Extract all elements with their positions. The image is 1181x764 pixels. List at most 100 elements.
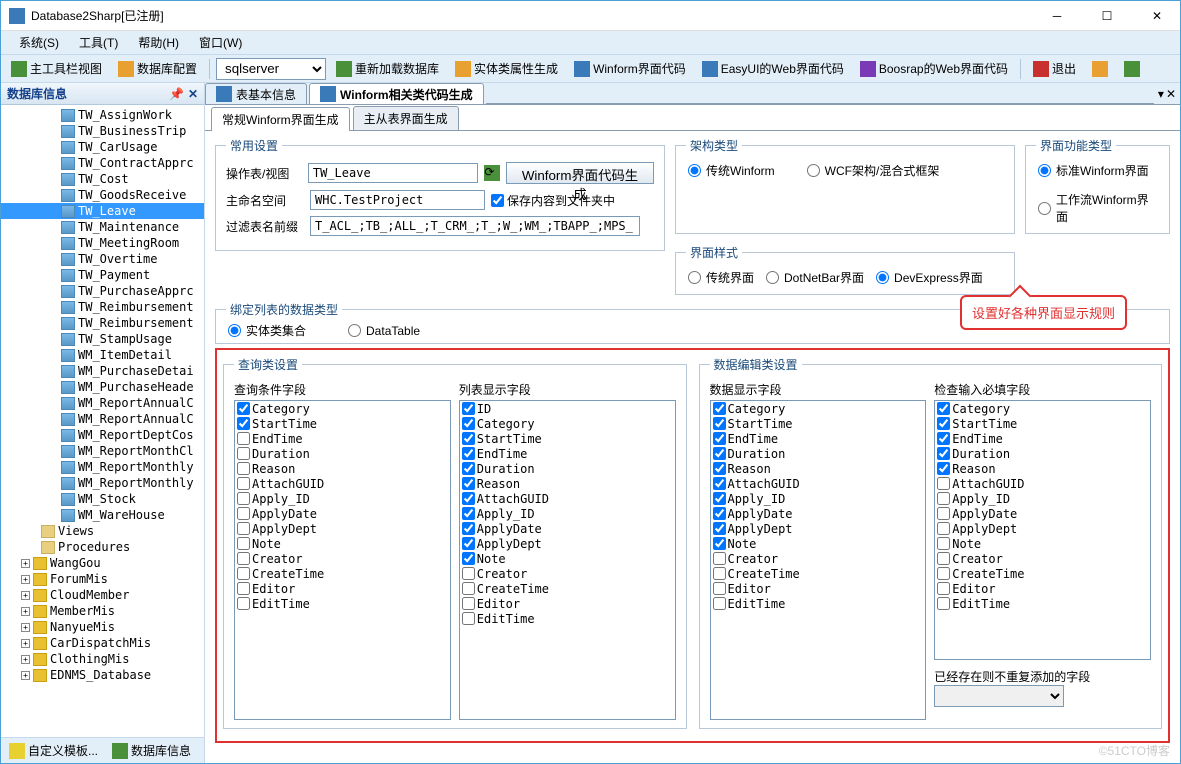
tree-table-item[interactable]: TW_Maintenance <box>1 219 204 235</box>
field-checkbox-item[interactable]: CreateTime <box>235 566 450 581</box>
field-checkbox-item[interactable]: Reason <box>935 461 1150 476</box>
display-fields-list[interactable]: IDCategoryStartTimeEndTimeDurationReason… <box>459 400 676 720</box>
tree-folder-item[interactable]: Procedures <box>1 539 204 555</box>
tree-table-item[interactable]: TW_Overtime <box>1 251 204 267</box>
bind-entity[interactable]: 实体类集合 <box>226 322 306 339</box>
field-checkbox-item[interactable]: Duration <box>460 461 675 476</box>
minimize-button[interactable]: ─ <box>1042 6 1072 26</box>
field-checkbox-item[interactable]: Editor <box>711 581 926 596</box>
field-checkbox-item[interactable]: Creator <box>711 551 926 566</box>
query-fields-list[interactable]: CategoryStartTimeEndTimeDurationReasonAt… <box>234 400 451 720</box>
tree-table-item[interactable]: WM_ReportAnnualC <box>1 395 204 411</box>
expander-icon[interactable]: + <box>21 671 30 680</box>
expander-icon[interactable]: + <box>21 559 30 568</box>
field-checkbox-item[interactable]: EndTime <box>235 431 450 446</box>
field-checkbox-item[interactable]: EndTime <box>711 431 926 446</box>
field-checkbox-item[interactable]: Creator <box>235 551 450 566</box>
field-checkbox-item[interactable]: EndTime <box>460 446 675 461</box>
arch-traditional[interactable]: 传统Winform <box>686 162 775 179</box>
expander-icon[interactable]: + <box>21 655 30 664</box>
exit-button[interactable]: 退出 <box>1027 57 1082 80</box>
field-checkbox-item[interactable]: CreateTime <box>935 566 1150 581</box>
tree-db-item[interactable]: +CloudMember <box>1 587 204 603</box>
refresh-table-icon[interactable]: ⟳ <box>484 165 500 181</box>
tab-dropdown-icon[interactable]: ▾ <box>1158 87 1164 101</box>
field-checkbox-item[interactable]: Note <box>460 551 675 566</box>
tree-table-item[interactable]: TW_Reimbursement <box>1 315 204 331</box>
field-checkbox-item[interactable]: Duration <box>711 446 926 461</box>
filter-input[interactable] <box>310 216 640 236</box>
field-checkbox-item[interactable]: Editor <box>460 596 675 611</box>
field-checkbox-item[interactable]: StartTime <box>235 416 450 431</box>
sub-tab-normal[interactable]: 常规Winform界面生成 <box>211 107 350 131</box>
tree-table-item[interactable]: WM_Stock <box>1 491 204 507</box>
tab-winform-gen[interactable]: Winform相关类代码生成 <box>309 83 484 104</box>
tree-db-item[interactable]: +MemberMis <box>1 603 204 619</box>
tree-table-item[interactable]: TW_Reimbursement <box>1 299 204 315</box>
pin-icon[interactable]: 📌 <box>169 87 184 101</box>
field-checkbox-item[interactable]: AttachGUID <box>711 476 926 491</box>
field-checkbox-item[interactable]: StartTime <box>460 431 675 446</box>
expander-icon[interactable]: + <box>21 607 30 616</box>
menu-tools[interactable]: 工具(T) <box>69 32 128 53</box>
required-fields-list[interactable]: CategoryStartTimeEndTimeDurationReasonAt… <box>934 400 1151 660</box>
tree-table-item[interactable]: TW_PurchaseApprc <box>1 283 204 299</box>
field-checkbox-item[interactable]: EditTime <box>711 596 926 611</box>
field-checkbox-item[interactable]: Creator <box>935 551 1150 566</box>
tree-table-item[interactable]: WM_PurchaseDetai <box>1 363 204 379</box>
tree-db-item[interactable]: +ForumMis <box>1 571 204 587</box>
field-checkbox-item[interactable]: Editor <box>235 581 450 596</box>
field-checkbox-item[interactable]: AttachGUID <box>935 476 1150 491</box>
tree-table-item[interactable]: TW_StampUsage <box>1 331 204 347</box>
field-checkbox-item[interactable]: ApplyDept <box>235 521 450 536</box>
field-checkbox-item[interactable]: EditTime <box>460 611 675 626</box>
func-workflow[interactable]: 工作流Winform界面 <box>1036 191 1159 225</box>
save-to-file-checkbox[interactable]: 保存内容到文件夹中 <box>491 192 615 209</box>
tab-db-info[interactable]: 数据库信息 <box>108 740 195 761</box>
field-checkbox-item[interactable]: Reason <box>460 476 675 491</box>
easyui-code-button[interactable]: EasyUI的Web界面代码 <box>696 57 850 80</box>
tree-table-item[interactable]: TW_GoodsReceive <box>1 187 204 203</box>
expander-icon[interactable]: + <box>21 639 30 648</box>
field-checkbox-item[interactable]: Apply_ID <box>460 506 675 521</box>
tree-table-item[interactable]: WM_ReportMonthCl <box>1 443 204 459</box>
db-type-select[interactable]: sqlserver <box>216 58 326 80</box>
field-checkbox-item[interactable]: AttachGUID <box>235 476 450 491</box>
style-traditional[interactable]: 传统界面 <box>686 269 754 286</box>
style-devexpress[interactable]: DevExpress界面 <box>874 269 983 286</box>
field-checkbox-item[interactable]: EditTime <box>235 596 450 611</box>
field-checkbox-item[interactable]: StartTime <box>711 416 926 431</box>
tree-table-item[interactable]: WM_ReportAnnualC <box>1 411 204 427</box>
field-checkbox-item[interactable]: Note <box>711 536 926 551</box>
field-checkbox-item[interactable]: Apply_ID <box>235 491 450 506</box>
tree-table-item[interactable]: TW_Cost <box>1 171 204 187</box>
winform-code-button[interactable]: Winform界面代码 <box>568 57 692 80</box>
field-checkbox-item[interactable]: ApplyDate <box>935 506 1150 521</box>
field-checkbox-item[interactable]: Reason <box>711 461 926 476</box>
field-checkbox-item[interactable]: AttachGUID <box>460 491 675 506</box>
expander-icon[interactable]: + <box>21 575 30 584</box>
menu-window[interactable]: 窗口(W) <box>189 32 252 53</box>
namespace-input[interactable] <box>310 190 485 210</box>
field-checkbox-item[interactable]: ID <box>460 401 675 416</box>
tree-table-item[interactable]: TW_Payment <box>1 267 204 283</box>
close-button[interactable]: ✕ <box>1142 6 1172 26</box>
field-checkbox-item[interactable]: ApplyDept <box>460 536 675 551</box>
expander-icon[interactable]: + <box>21 591 30 600</box>
generate-button[interactable]: Winform界面代码生成 <box>506 162 654 184</box>
tab-close-icon[interactable]: ✕ <box>1166 87 1176 101</box>
entity-gen-button[interactable]: 实体类属性生成 <box>449 57 564 80</box>
field-checkbox-item[interactable]: Reason <box>235 461 450 476</box>
field-checkbox-item[interactable]: EditTime <box>935 596 1150 611</box>
tree-table-item[interactable]: TW_Leave <box>1 203 204 219</box>
bind-datatable[interactable]: DataTable <box>346 322 420 339</box>
db-tree[interactable]: TW_AssignWorkTW_BusinessTripTW_CarUsageT… <box>1 105 204 737</box>
tree-table-item[interactable]: TW_BusinessTrip <box>1 123 204 139</box>
tree-db-item[interactable]: +ClothingMis <box>1 651 204 667</box>
field-checkbox-item[interactable]: Duration <box>235 446 450 461</box>
field-checkbox-item[interactable]: Category <box>460 416 675 431</box>
field-checkbox-item[interactable]: Note <box>235 536 450 551</box>
field-checkbox-item[interactable]: Editor <box>935 581 1150 596</box>
tree-table-item[interactable]: TW_CarUsage <box>1 139 204 155</box>
field-checkbox-item[interactable]: ApplyDate <box>460 521 675 536</box>
